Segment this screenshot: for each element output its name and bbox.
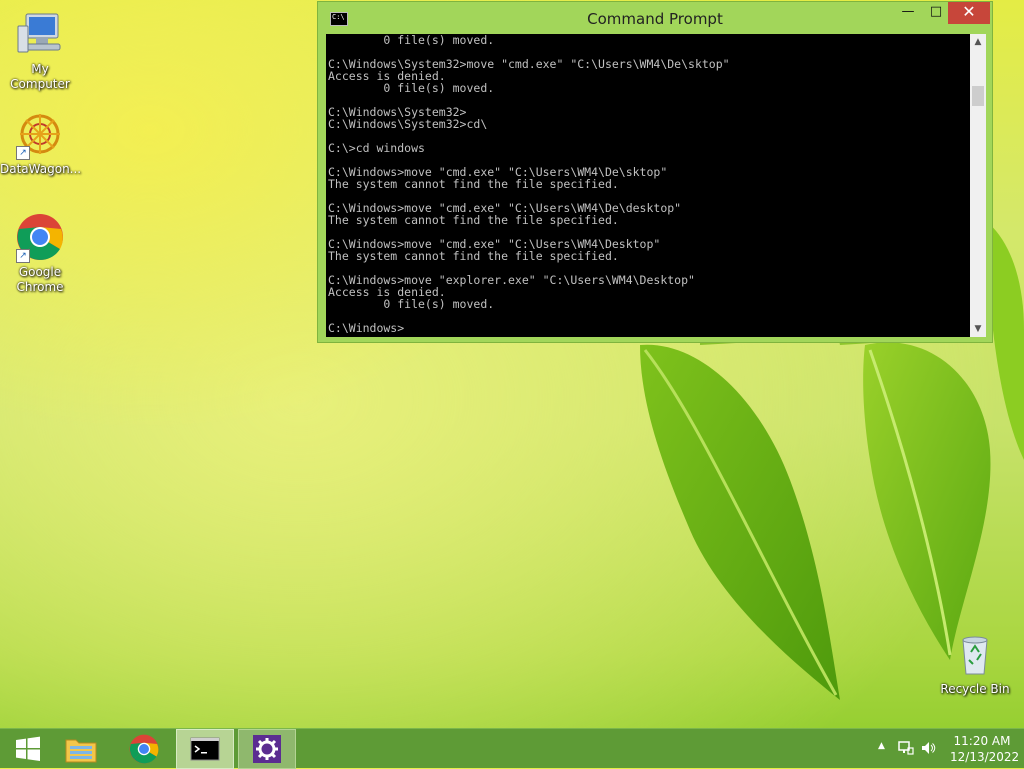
desktop-icon-my-computer[interactable]: My Computer bbox=[0, 10, 80, 92]
cmd-icon bbox=[190, 737, 220, 761]
window-title: Command Prompt bbox=[587, 10, 723, 28]
command-prompt-window[interactable]: C:\ Command Prompt — □ ✕ 0 file(s) moved… bbox=[317, 1, 993, 343]
maximize-button[interactable]: □ bbox=[922, 2, 950, 24]
volume-icon[interactable] bbox=[920, 740, 936, 760]
console-text: 0 file(s) moved. C:\Windows\System32>mov… bbox=[328, 34, 730, 335]
clock-time: 11:20 AM bbox=[953, 734, 1011, 748]
taskbar-settings[interactable] bbox=[238, 729, 296, 769]
minimize-button[interactable]: — bbox=[894, 2, 922, 24]
clock-date: 12/13/2022 bbox=[950, 750, 1020, 764]
chrome-icon bbox=[129, 734, 159, 764]
desktop-icon-datawagon[interactable]: ↗ DataWagon... bbox=[0, 110, 82, 177]
desktop-icon-recycle-bin[interactable]: Recycle Bin bbox=[935, 630, 1015, 697]
title-bar[interactable]: C:\ Command Prompt — □ ✕ bbox=[318, 2, 992, 34]
gear-icon bbox=[253, 735, 281, 763]
computer-icon bbox=[16, 10, 64, 58]
shortcut-arrow-icon: ↗ bbox=[16, 146, 30, 160]
scroll-thumb[interactable] bbox=[972, 86, 984, 106]
folder-icon bbox=[65, 739, 97, 763]
close-button[interactable]: ✕ bbox=[948, 2, 990, 24]
scroll-up-icon[interactable]: ▲ bbox=[970, 34, 986, 50]
taskbar-file-explorer[interactable] bbox=[53, 729, 109, 769]
start-button[interactable] bbox=[0, 729, 56, 769]
system-tray: ▲ 11:20 AM 12/13/2022 bbox=[864, 729, 1024, 769]
recycle-bin-icon bbox=[951, 630, 999, 678]
desktop-icon-label: Google Chrome bbox=[16, 265, 64, 294]
desktop-icon-label: My Computer bbox=[10, 62, 70, 91]
scroll-down-icon[interactable]: ▼ bbox=[970, 321, 986, 337]
network-icon[interactable] bbox=[898, 740, 914, 760]
taskbar-google-chrome[interactable] bbox=[116, 729, 172, 769]
taskbar-command-prompt[interactable] bbox=[176, 729, 234, 769]
desktop-icon-label: DataWagon... bbox=[0, 162, 82, 176]
taskbar: ▲ 11:20 AM 12/13/2022 bbox=[0, 728, 1024, 769]
windows-logo-icon bbox=[16, 736, 40, 761]
chrome-icon: ↗ bbox=[16, 213, 64, 263]
desktop-icon-google-chrome[interactable]: ↗ Google Chrome bbox=[0, 213, 80, 295]
vertical-scrollbar[interactable]: ▲ ▼ bbox=[970, 34, 986, 337]
console-output[interactable]: 0 file(s) moved. C:\Windows\System32>mov… bbox=[326, 34, 970, 337]
desktop-icon-label: Recycle Bin bbox=[940, 682, 1010, 696]
shortcut-arrow-icon: ↗ bbox=[16, 249, 30, 263]
clock[interactable]: 11:20 AM 12/13/2022 bbox=[950, 733, 1020, 765]
datawagon-icon: ↗ bbox=[16, 110, 64, 160]
show-hidden-icons-icon[interactable]: ▲ bbox=[878, 741, 885, 751]
